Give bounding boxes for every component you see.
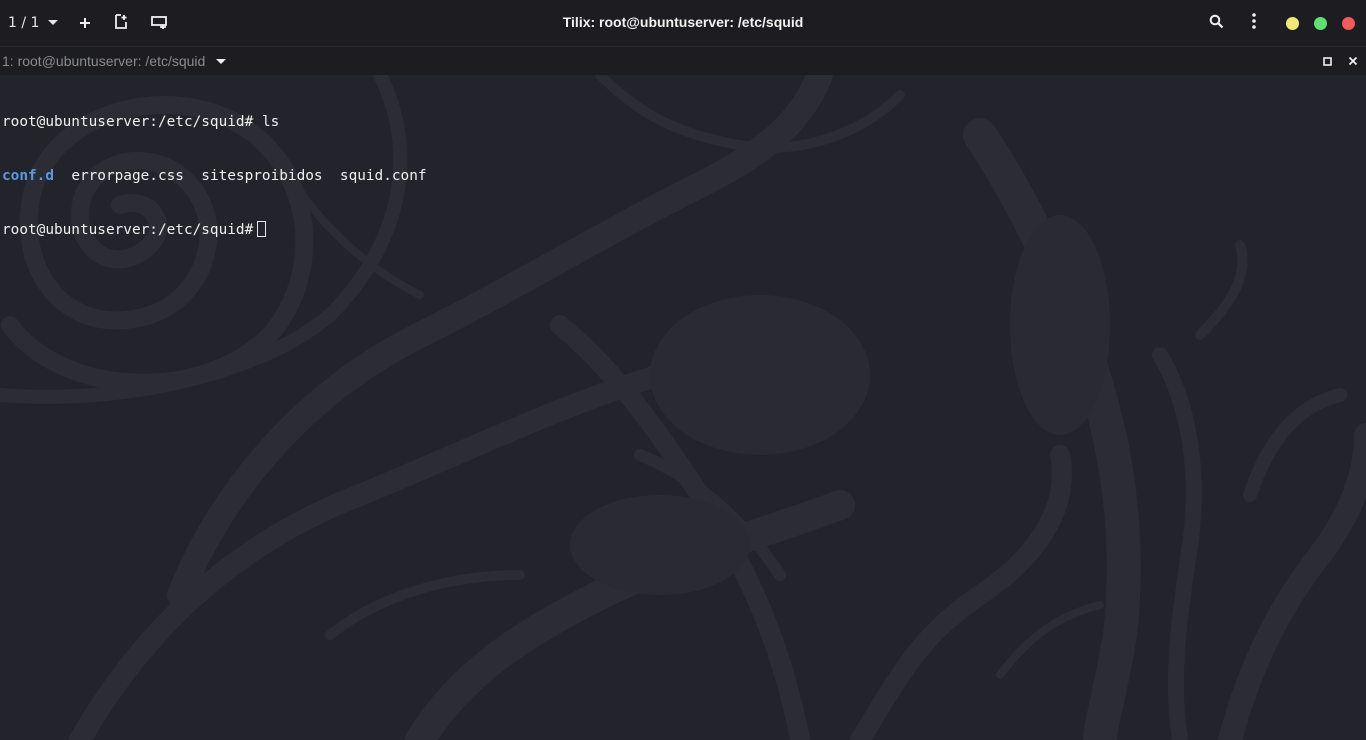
window-title: Tilix: root@ubuntuserver: /etc/squid (562, 14, 804, 30)
listing-item: sitesproibidos (201, 168, 323, 184)
terminal-line: root@ubuntuserver:/etc/squid# ls (2, 113, 427, 131)
maximize-icon (1322, 53, 1332, 69)
search-icon (1209, 14, 1224, 33)
maximize-button[interactable] (1314, 17, 1327, 30)
command: ls (261, 114, 280, 130)
text-cursor (257, 221, 267, 237)
terminal-line: root@ubuntuserver:/etc/squid# (2, 221, 427, 239)
kebab-menu-icon (1251, 13, 1257, 33)
close-icon (1348, 53, 1358, 69)
header-bar: 1 / 1 Tilix: root@ubuntuserver: /etc/squ… (0, 0, 1366, 46)
terminal-maximize-button[interactable] (1320, 54, 1334, 68)
chevron-down-icon (215, 53, 227, 69)
listing-item: errorpage.css (71, 168, 184, 184)
terminal-close-button[interactable] (1346, 54, 1360, 68)
prompt: root@ubuntuserver:/etc/squid# (2, 114, 254, 130)
terminal-title: 1: root@ubuntuserver: /etc/squid (2, 53, 206, 69)
search-button[interactable] (1204, 11, 1228, 35)
terminal-title-menu[interactable]: 1: root@ubuntuserver: /etc/squid (2, 53, 227, 69)
tilix-window: 1 / 1 Tilix: root@ubuntuserver: /etc/squ… (0, 0, 1366, 740)
listing-item: squid.conf (339, 168, 427, 184)
terminal-view[interactable]: root@ubuntuserver:/etc/squid# ls conf.d … (0, 75, 1366, 740)
minimize-button[interactable] (1286, 17, 1299, 30)
prompt: root@ubuntuserver:/etc/squid# (2, 222, 254, 238)
close-button[interactable] (1342, 17, 1355, 30)
terminal-title-bar: 1: root@ubuntuserver: /etc/squid (0, 46, 1366, 75)
listing-item-directory: conf.d (2, 168, 54, 184)
menu-button[interactable] (1242, 11, 1266, 35)
terminal-line: conf.d errorpage.css sitesproibidos squi… (2, 167, 427, 185)
terminal-output: root@ubuntuserver:/etc/squid# ls conf.d … (2, 77, 427, 275)
